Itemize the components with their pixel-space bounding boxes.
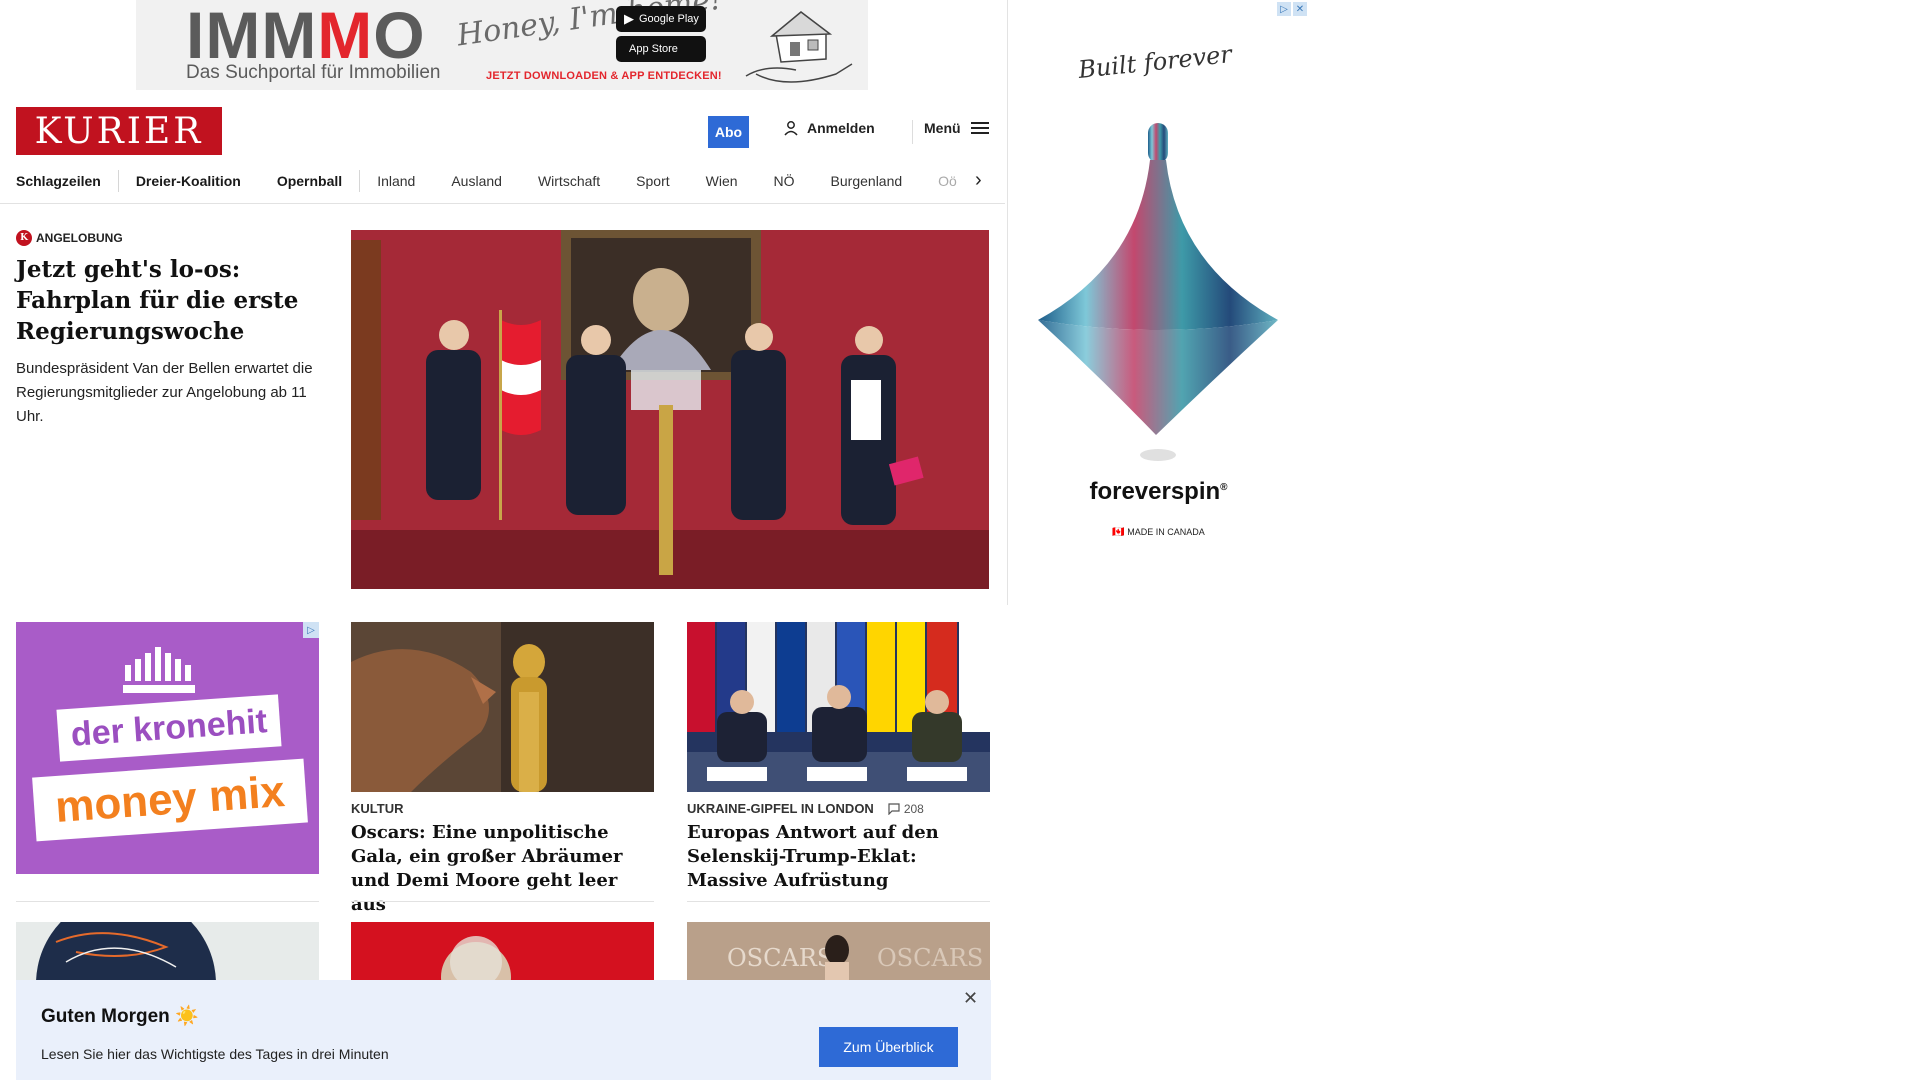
- nav-item-wirtschaft[interactable]: Wirtschaft: [538, 173, 600, 189]
- built-forever-script: Built forever: [1076, 40, 1234, 84]
- immo-banner-ad[interactable]: IMMMO Das Suchportal für Immobilien Hone…: [136, 0, 868, 90]
- house-hand-icon: [745, 11, 853, 83]
- nav-item-schlagzeilen[interactable]: Schlagzeilen: [16, 173, 101, 189]
- immo-logo: IMMMO: [186, 0, 426, 72]
- nav-item-ausland[interactable]: Ausland: [451, 173, 502, 189]
- kurier-k-icon: K: [16, 230, 32, 246]
- app-store-badge[interactable]: App Store: [616, 36, 706, 62]
- comment-count[interactable]: 208: [888, 801, 924, 816]
- oscars-card-image[interactable]: [351, 622, 654, 792]
- card-tag-ukraine: UKRAINE-GIPFEL IN LONDON 208: [687, 801, 924, 816]
- nav-item-burgenland[interactable]: Burgenland: [831, 173, 903, 189]
- crown-icon: [123, 647, 195, 693]
- chevron-right-icon[interactable]: ›: [975, 169, 982, 192]
- abo-button[interactable]: Abo: [708, 116, 749, 148]
- foreverspin-brand: foreverspin®: [1089, 478, 1228, 505]
- partial-card-image-2[interactable]: [351, 922, 654, 980]
- nav-item-inland[interactable]: Inland: [377, 173, 415, 189]
- google-play-badge[interactable]: ▶ Google Play: [616, 6, 706, 32]
- card-divider: [16, 901, 319, 902]
- card-tag-kultur: KULTUR: [351, 801, 404, 816]
- nav-item-dreier-koalition[interactable]: Dreier-Koalition: [136, 173, 241, 189]
- play-icon: ▶: [624, 11, 634, 26]
- nav-underline: [0, 203, 1005, 204]
- ukraine-summit-card-image[interactable]: [687, 622, 990, 792]
- zum-ueberblick-button[interactable]: Zum Überblick: [819, 1027, 958, 1067]
- lead-article[interactable]: K ANGELOBUNG Jetzt geht's lo-os: Fahrpla…: [16, 230, 321, 429]
- toast-text: Lesen Sie hier das Wichtigste des Tages …: [41, 1046, 389, 1062]
- adchoices-icon[interactable]: ▷: [303, 622, 319, 638]
- nav-divider: [359, 170, 361, 192]
- adchoices-icon[interactable]: ▷ ✕: [1277, 2, 1307, 16]
- nav-item-ooe[interactable]: Oö: [938, 173, 957, 189]
- lead-image[interactable]: [351, 230, 989, 589]
- nav-item-noe[interactable]: NÖ: [774, 173, 795, 189]
- foreverspin-skyscraper-ad[interactable]: ▷ ✕ Built forever foreverspin® 🇨🇦 MADE IN…: [1007, 0, 1309, 605]
- login-button[interactable]: Anmelden: [783, 120, 875, 136]
- section-nav: Schlagzeilen Dreier-Koalition Opernball …: [16, 168, 996, 194]
- partial-card-image-1[interactable]: [16, 922, 319, 980]
- kurier-logo[interactable]: KURIER: [16, 107, 222, 155]
- hamburger-icon: [970, 122, 989, 134]
- comment-icon: [888, 802, 900, 815]
- oscars-headline[interactable]: Oscars: Eine unpolitische Gala, ein groß…: [351, 821, 656, 917]
- header-divider: [912, 120, 913, 144]
- nav-divider: [117, 170, 119, 192]
- morning-briefing-banner: Guten Morgen ☀️ Lesen Sie hier das Wicht…: [16, 980, 991, 1080]
- lead-teaser: Bundespräsident Van der Bellen erwartet …: [16, 360, 313, 425]
- user-icon: [784, 121, 798, 136]
- kronehit-ad[interactable]: ▷ der kronehit money mix: [16, 622, 319, 874]
- lead-tag: K ANGELOBUNG: [16, 230, 321, 246]
- ukraine-headline[interactable]: Europas Antwort auf den Selenskij-Trump-…: [687, 821, 992, 893]
- partial-card-image-3[interactable]: OSCARS OSCARS: [687, 922, 990, 980]
- made-in-canada: 🇨🇦 MADE IN CANADA: [1112, 527, 1205, 538]
- card-divider: [687, 901, 990, 902]
- nav-item-opernball[interactable]: Opernball: [277, 173, 342, 189]
- kronehit-brand: der kronehit: [56, 694, 282, 762]
- immo-tagline: Das Suchportal für Immobilien: [186, 62, 441, 83]
- toast-title: Guten Morgen ☀️: [41, 1006, 199, 1027]
- money-mix-text: money mix: [32, 758, 308, 842]
- card-divider: [351, 901, 654, 902]
- immo-cta: JETZT DOWNLOADEN & APP ENTDECKEN!: [486, 70, 722, 82]
- svg-text:OSCARS: OSCARS: [727, 944, 833, 972]
- menu-button[interactable]: Menü: [924, 120, 989, 136]
- nav-item-sport[interactable]: Sport: [636, 173, 669, 189]
- close-icon[interactable]: ✕: [963, 988, 978, 1009]
- spinning-top-image: [1038, 123, 1278, 461]
- nav-item-wien[interactable]: Wien: [706, 173, 738, 189]
- svg-text:OSCARS: OSCARS: [877, 944, 983, 972]
- lead-headline[interactable]: Jetzt geht's lo-os: Fahrplan für die ers…: [16, 254, 321, 347]
